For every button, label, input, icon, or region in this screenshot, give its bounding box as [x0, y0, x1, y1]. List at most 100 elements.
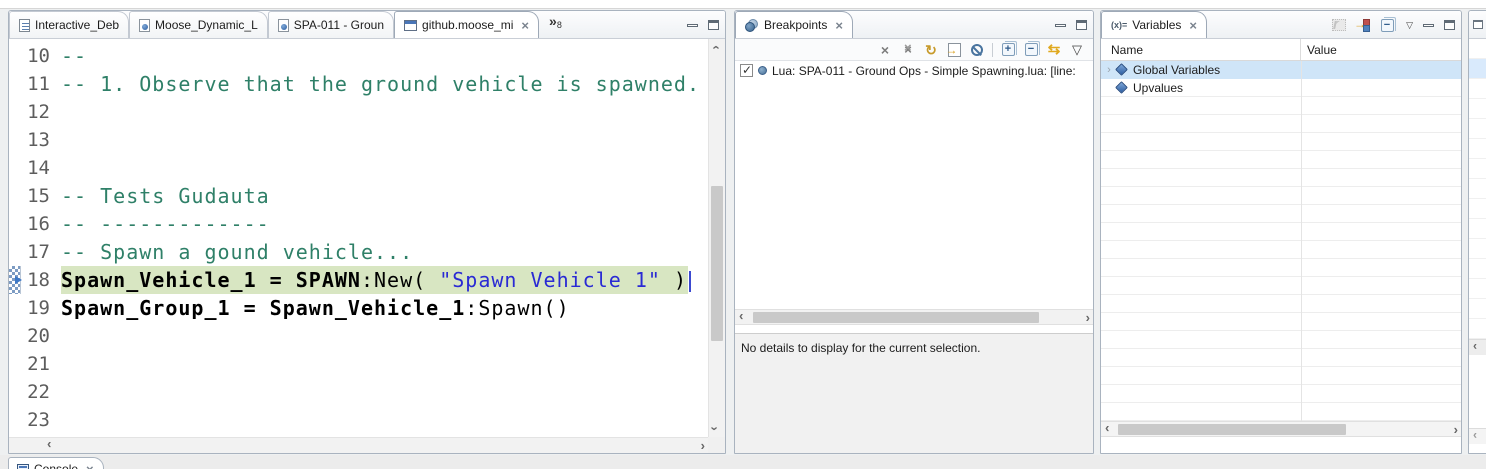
line-number[interactable]: 12	[21, 101, 55, 123]
scroll-left-icon[interactable]: ›	[1105, 423, 1109, 436]
column-header-name[interactable]: Name	[1101, 39, 1301, 60]
minimize-icon[interactable]	[1423, 24, 1434, 27]
line-number[interactable]: 16	[21, 213, 55, 235]
editor-horizontal-scrollbar[interactable]: › ›	[9, 437, 708, 453]
line-number[interactable]: 10	[21, 45, 55, 67]
breakpoint-checkbox[interactable]: ✓	[740, 64, 753, 77]
tab-console[interactable]: Console ×	[8, 457, 104, 469]
maximize-icon[interactable]	[1444, 20, 1455, 30]
code-line-15[interactable]: 15-- Tests Gudauta	[9, 182, 725, 210]
remove-breakpoint-icon[interactable]: ×	[877, 42, 893, 58]
tab-close-icon[interactable]: ×	[86, 463, 94, 469]
line-number[interactable]: 18	[21, 269, 55, 291]
scrollbar-thumb[interactable]	[1118, 424, 1346, 435]
remove-all-breakpoints-icon[interactable]: ×	[900, 42, 916, 58]
code-line-13[interactable]: 13	[9, 126, 725, 154]
instruction-pointer-icon[interactable]	[9, 266, 21, 294]
tab-breakpoints[interactable]: Breakpoints ×	[735, 11, 853, 38]
code-line-22[interactable]: 22	[9, 378, 725, 406]
code-text[interactable]: -- Tests Gudauta	[55, 184, 270, 208]
code-line-18[interactable]: 18Spawn_Vehicle_1 = SPAWN:New( "Spawn Ve…	[9, 266, 725, 294]
scroll-left-icon[interactable]: ›	[47, 439, 51, 452]
breakpoints-horizontal-scrollbar[interactable]: › ›	[735, 309, 1093, 325]
editor-tab-spa-011-groun[interactable]: SPA-011 - Groun	[268, 11, 394, 38]
breakpoints-list[interactable]: ✓ Lua: SPA-011 - Ground Ops - Simple Spa…	[735, 61, 1093, 309]
collapse-all-icon[interactable]: −	[1379, 17, 1395, 33]
minimize-icon[interactable]	[1055, 24, 1066, 27]
code-line-14[interactable]: 14	[9, 154, 725, 182]
tab-close-icon[interactable]: ×	[835, 19, 843, 32]
editor-tab-github-moose-mi[interactable]: github.moose_mi ×	[394, 11, 539, 38]
line-number[interactable]: 23	[21, 409, 55, 431]
show-type-names-icon[interactable]	[1331, 17, 1347, 33]
breakpoint-row[interactable]: ✓ Lua: SPA-011 - Ground Ops - Simple Spa…	[735, 61, 1093, 80]
show-logical-structure-icon[interactable]: →	[1355, 17, 1371, 33]
code-line-11[interactable]: 11-- 1. Observe that the ground vehicle …	[9, 70, 725, 98]
go-to-file-for-breakpoint-icon[interactable]	[946, 42, 962, 58]
expand-all-icon[interactable]: +	[1000, 42, 1016, 58]
scroll-right-icon[interactable]: ›	[1086, 311, 1090, 324]
variable-row-upvalues[interactable]: Upvalues	[1101, 79, 1461, 97]
link-with-debug-view-icon[interactable]: ⇆	[1046, 42, 1062, 58]
scrollbar-thumb[interactable]	[711, 186, 723, 341]
column-divider[interactable]	[1301, 61, 1302, 421]
code-text[interactable]: -- -------------	[55, 212, 270, 236]
code-text[interactable]: -- Spawn a gound vehicle...	[55, 240, 413, 264]
tab-close-icon[interactable]: ×	[521, 19, 529, 32]
show-supported-breakpoints-icon[interactable]: ↻	[923, 42, 939, 58]
variables-horizontal-scrollbar[interactable]: › ›	[1101, 421, 1461, 437]
scroll-right-icon[interactable]: ›	[701, 439, 705, 452]
maximize-icon[interactable]	[1076, 20, 1087, 30]
scroll-left-icon[interactable]: ›	[1473, 430, 1477, 442]
code-text[interactable]: Spawn_Group_1 = Spawn_Vehicle_1:Spawn()	[55, 296, 570, 320]
code-line-16[interactable]: 16-- -------------	[9, 210, 725, 238]
scroll-right-icon[interactable]: ›	[1454, 423, 1458, 436]
line-number[interactable]: 19	[21, 297, 55, 319]
variable-row-global-variables[interactable]: ›Global Variables	[1101, 61, 1461, 79]
line-number[interactable]: 17	[21, 241, 55, 263]
code-text[interactable]: -- 1. Observe that the ground vehicle is…	[55, 72, 700, 96]
tab-label: github.moose_mi	[422, 18, 513, 32]
line-number[interactable]: 20	[21, 325, 55, 347]
scroll-left-icon[interactable]: ›	[739, 311, 743, 324]
variables-tree[interactable]: ›Global VariablesUpvalues	[1101, 61, 1461, 421]
skip-all-breakpoints-icon[interactable]	[969, 42, 985, 58]
column-header-value[interactable]: Value	[1301, 43, 1337, 57]
line-number[interactable]: 21	[21, 353, 55, 375]
code-line-20[interactable]: 20	[9, 322, 725, 350]
line-number[interactable]: 15	[21, 185, 55, 207]
code-line-17[interactable]: 17-- Spawn a gound vehicle...	[9, 238, 725, 266]
code-line-23[interactable]: 23	[9, 406, 725, 434]
scroll-up-icon[interactable]: ›	[709, 45, 722, 49]
scroll-down-icon[interactable]: ›	[709, 426, 722, 430]
collapse-all-icon[interactable]: −	[1023, 42, 1039, 58]
code-editor[interactable]: 10--11-- 1. Observe that the ground vehi…	[9, 39, 725, 437]
maximize-icon[interactable]	[708, 20, 719, 30]
tab-close-icon[interactable]: ×	[1189, 19, 1197, 32]
code-line-21[interactable]: 21	[9, 350, 725, 378]
scrollbar-thumb[interactable]	[753, 312, 1039, 323]
editor-tab-moose-dynamic-l[interactable]: Moose_Dynamic_L	[129, 11, 268, 38]
view-menu-icon[interactable]: ▽	[1069, 42, 1085, 58]
code-line-19[interactable]: 19Spawn_Group_1 = Spawn_Vehicle_1:Spawn(…	[9, 294, 725, 322]
clipped-row	[1469, 299, 1486, 319]
code-line-10[interactable]: 10--	[9, 42, 725, 70]
editor-tab-interactive-deb[interactable]: Interactive_Deb	[9, 11, 129, 38]
minimize-icon[interactable]	[687, 24, 698, 27]
maximize-icon[interactable]	[1473, 20, 1483, 29]
line-number[interactable]: 22	[21, 381, 55, 403]
tab-overflow-button[interactable]: » 8	[539, 11, 566, 38]
tab-variables[interactable]: (x)= Variables ×	[1101, 11, 1207, 38]
line-number[interactable]: 11	[21, 73, 55, 95]
code-line-12[interactable]: 12	[9, 98, 725, 126]
code-lines[interactable]: 10--11-- 1. Observe that the ground vehi…	[9, 39, 725, 434]
code-text[interactable]: Spawn_Vehicle_1 = SPAWN:New( "Spawn Vehi…	[55, 268, 691, 292]
clipped-scrollbar[interactable]: ›	[1469, 428, 1486, 444]
line-number[interactable]: 14	[21, 157, 55, 179]
scroll-left-icon[interactable]: ›	[1473, 341, 1477, 353]
clipped-scrollbar[interactable]: ›	[1469, 339, 1486, 355]
code-text[interactable]: --	[55, 44, 87, 68]
view-menu-icon[interactable]: ▽	[1406, 21, 1413, 30]
line-number[interactable]: 13	[21, 129, 55, 151]
editor-vertical-scrollbar[interactable]: › ›	[708, 39, 725, 437]
